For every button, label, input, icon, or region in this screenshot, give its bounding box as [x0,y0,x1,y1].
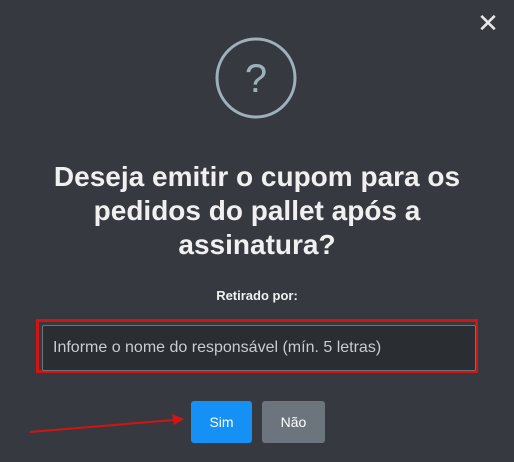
confirm-button[interactable]: Sim [191,401,252,443]
question-mark-glyph: ? [245,57,267,101]
confirm-dialog: ✕ ? Deseja emitir o cupom para os pedido… [0,0,514,462]
cancel-button[interactable]: Não [262,401,325,443]
close-icon[interactable]: ✕ [476,10,500,38]
annotation-arrow [29,414,184,433]
responsavel-name-input[interactable] [42,325,476,371]
retirado-por-label: Retirado por: [216,288,298,303]
question-circle-icon: ? [215,37,297,119]
dialog-title: Deseja emitir o cupom para os pedidos do… [53,161,461,260]
